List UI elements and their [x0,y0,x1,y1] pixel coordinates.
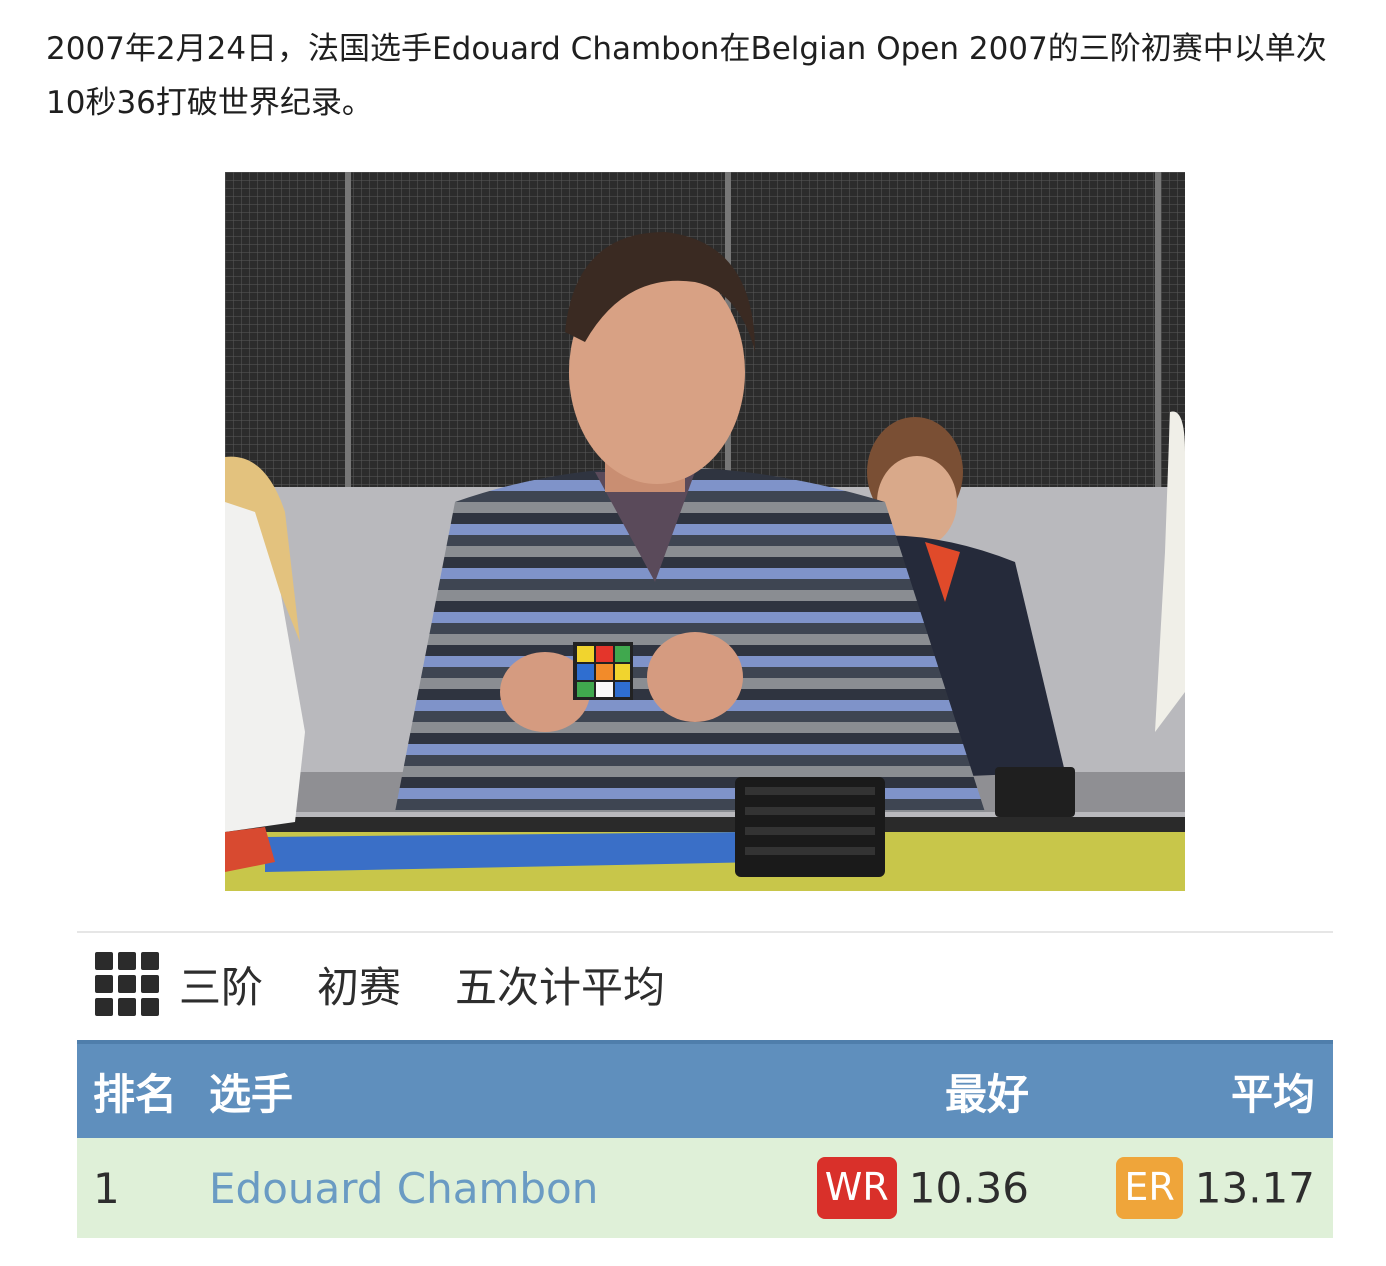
average-time: 13.17 [1194,1163,1315,1213]
table-row: 1 Edouard Chambon WR 10.36 ER 13.17 [77,1138,1333,1238]
article-paragraph: 2007年2月24日，法国选手Edouard Chambon在Belgian O… [46,31,1327,121]
header-average: 平均 [1230,1069,1315,1119]
header-best: 最好 [944,1069,1029,1119]
competitor-link[interactable]: Edouard Chambon [209,1164,598,1213]
event-round: 初赛 [317,962,402,1012]
competition-photo [225,172,1185,891]
wr-record-badge: WR [816,1157,897,1219]
event-header: 三阶 初赛 五次计平均 [95,952,665,1016]
3x3-grid-icon [95,952,159,1016]
header-rank: 排名 [93,1069,178,1119]
best-cell: WR 10.36 [769,1138,1029,1238]
event-format: 五次计平均 [455,962,666,1012]
competitor-cell: Edouard Chambon [209,1138,769,1238]
rank-cell: 1 [93,1163,120,1213]
header-competitor: 选手 [209,1069,294,1119]
results-header-row: 排名 选手 最好 平均 [77,1042,1333,1138]
section-divider [77,931,1333,933]
average-cell: ER 13.17 [1029,1138,1333,1238]
photo-illustration [225,172,1185,891]
best-time: 10.36 [908,1163,1029,1213]
er-record-badge: ER [1116,1157,1183,1219]
results-table: 排名 选手 最好 平均 1 Edouard Chambon WR 10.36 ER… [77,1040,1333,1238]
event-name: 三阶 [179,962,264,1012]
